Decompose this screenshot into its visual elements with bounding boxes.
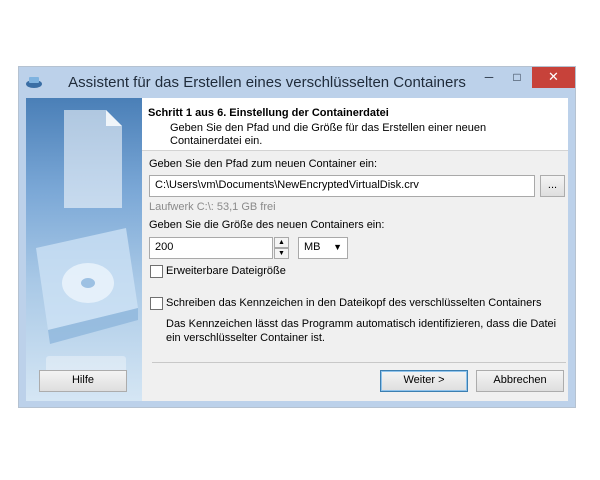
signature-checkbox[interactable] xyxy=(150,297,163,310)
next-button[interactable]: Weiter > xyxy=(380,370,468,392)
expandable-size-checkbox[interactable] xyxy=(150,265,163,278)
browse-button[interactable]: ... xyxy=(540,175,565,197)
cancel-button[interactable]: Abbrechen xyxy=(476,370,564,392)
help-button[interactable]: Hilfe xyxy=(39,370,127,392)
size-unit-select[interactable]: MB ▼ xyxy=(298,237,348,259)
size-label: Geben Sie die Größe des neuen Containers… xyxy=(149,219,385,231)
size-input[interactable]: 200 xyxy=(149,237,273,259)
chevron-down-icon: ▼ xyxy=(333,242,342,252)
size-increment-button[interactable]: ▲ xyxy=(274,237,289,248)
title-bar[interactable]: Assistent für das Erstellen eines versch… xyxy=(19,67,575,99)
disk-illustration xyxy=(36,110,138,386)
dialog-body: Schritt 1 aus 6. Einstellung der Contain… xyxy=(26,98,568,401)
path-label: Geben Sie den Pfad zum neuen Container e… xyxy=(149,158,378,170)
minimize-button[interactable]: ─ xyxy=(476,67,502,88)
wizard-header: Schritt 1 aus 6. Einstellung der Contain… xyxy=(142,98,568,150)
drive-free-space: Laufwerk C:\: 53,1 GB frei xyxy=(149,201,276,213)
size-unit-value: MB xyxy=(304,241,321,253)
wizard-banner-image xyxy=(26,98,142,401)
close-button[interactable]: ✕ xyxy=(532,67,575,88)
signature-description: Das Kennzeichen lässt das Programm autom… xyxy=(166,318,557,344)
signature-checkbox-label: Schreiben das Kennzeichen in den Dateiko… xyxy=(166,297,542,309)
expandable-size-label: Erweiterbare Dateigröße xyxy=(166,265,286,277)
size-decrement-button[interactable]: ▼ xyxy=(274,248,289,259)
step-description: Geben Sie den Pfad und die Größe für das… xyxy=(170,122,487,147)
path-input[interactable]: C:\Users\vm\Documents\NewEncryptedVirtua… xyxy=(149,175,535,197)
maximize-button[interactable]: □ xyxy=(504,67,530,88)
header-divider xyxy=(142,150,568,151)
step-title: Schritt 1 aus 6. Einstellung der Contain… xyxy=(148,107,389,119)
footer-divider xyxy=(152,362,566,363)
wizard-window: Assistent für das Erstellen eines versch… xyxy=(18,66,576,408)
